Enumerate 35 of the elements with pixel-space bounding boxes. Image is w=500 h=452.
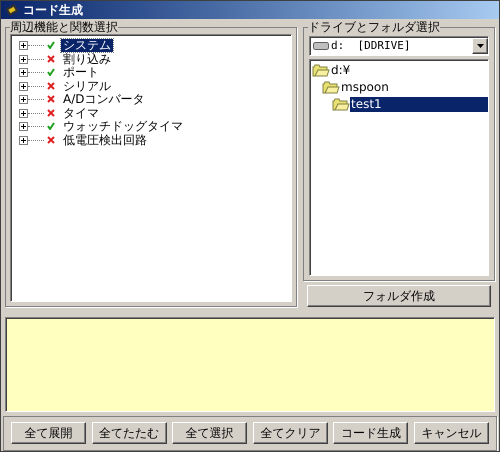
expand-icon[interactable] [19,95,28,104]
window-title: コード生成 [23,2,83,19]
tree-item[interactable]: タイマ [61,106,101,120]
group-label: ドライブとフォルダ選択 [308,20,440,34]
action-button[interactable]: 全て選択 [172,422,248,444]
tree-item[interactable]: システム [61,39,113,52]
expand-icon[interactable] [19,82,28,91]
folder-icon [332,98,350,111]
folder-item[interactable]: test1 [350,97,488,112]
expand-icon[interactable] [19,108,28,118]
tree-item[interactable]: ポート [61,66,101,80]
folder-icon [322,81,340,94]
expand-icon[interactable] [19,41,28,50]
action-button[interactable]: キャンセル [414,422,489,444]
tree-item[interactable]: シリアル [61,80,113,93]
drive-dropdown[interactable]: d: [DDRIVE] [309,36,489,56]
action-button[interactable]: コード生成 [333,422,408,444]
group-label: 周辺機能と関数選択 [10,20,118,34]
expand-icon[interactable] [19,122,28,132]
expand-icon[interactable] [19,136,28,145]
folder-item[interactable]: d:¥ [330,63,352,78]
tree-item[interactable]: A/Dコンバータ [61,93,146,106]
action-button[interactable]: 全てクリア [252,422,328,444]
folder-icon [312,64,330,77]
tree-item[interactable]: 割り込み [61,52,113,66]
chip-icon [5,3,19,17]
create-folder-button[interactable]: フォルダ作成 [307,285,491,307]
tree-item[interactable]: 低電圧検出回路 [61,134,149,147]
expand-icon[interactable] [19,54,28,64]
folder-item[interactable]: mspoon [340,80,390,95]
action-button[interactable]: 全て展開 [11,422,86,444]
action-button[interactable]: 全てたたむ [92,422,167,444]
tree-item[interactable]: ウォッチドッグタイマ [61,120,185,134]
drive-icon [313,41,329,51]
expand-icon[interactable] [19,68,28,78]
